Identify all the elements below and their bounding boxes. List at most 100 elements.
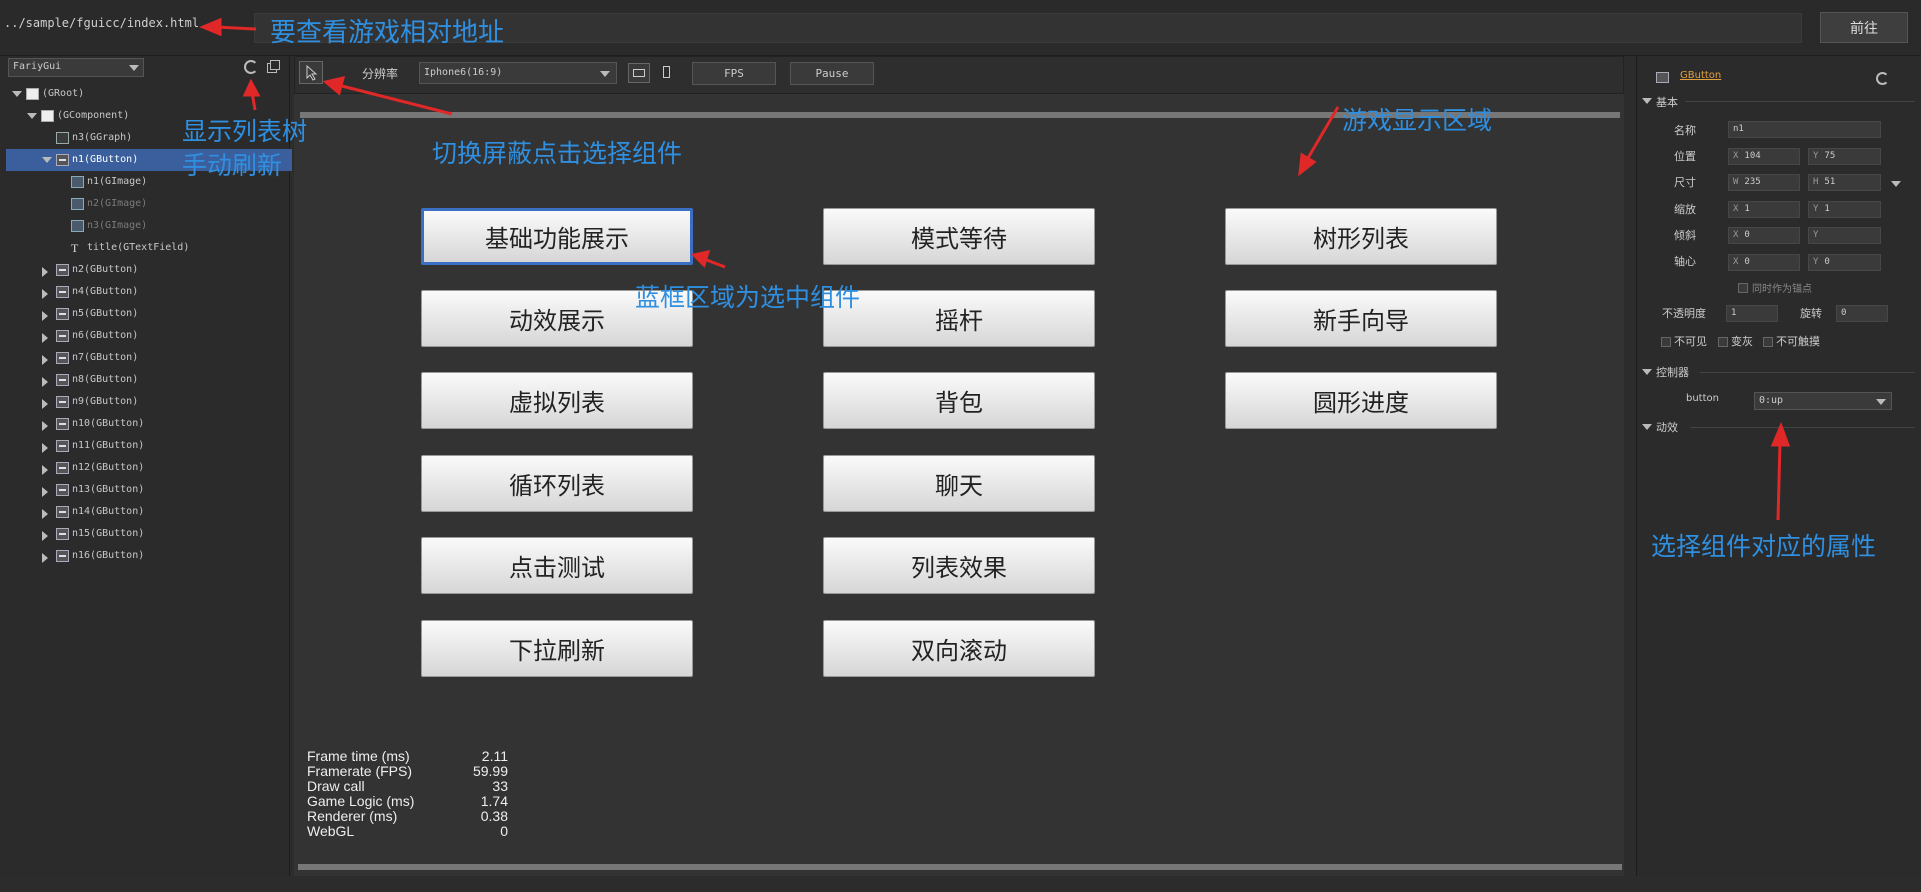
expand-right-icon[interactable] bbox=[42, 289, 48, 299]
expand-down-icon[interactable] bbox=[12, 91, 22, 97]
expand-right-icon[interactable] bbox=[42, 443, 48, 453]
component-type-link[interactable]: GButton bbox=[1680, 70, 1721, 81]
rotation-field[interactable]: 0 bbox=[1836, 305, 1888, 322]
root-selector-value: FariyGui bbox=[13, 61, 62, 72]
expand-right-icon[interactable] bbox=[42, 377, 48, 387]
invisible-checkbox[interactable] bbox=[1661, 337, 1671, 347]
pause-button[interactable]: Pause bbox=[790, 62, 874, 85]
controller-select[interactable]: 0:up bbox=[1754, 392, 1892, 410]
skew-x-field[interactable]: X0 bbox=[1728, 227, 1800, 244]
chevron-down-icon[interactable] bbox=[1642, 424, 1652, 430]
game-button[interactable]: 下拉刷新 bbox=[421, 620, 693, 677]
tree-item[interactable]: n9(GButton) bbox=[6, 391, 292, 413]
tree-item[interactable]: n15(GButton) bbox=[6, 523, 292, 545]
expand-down-icon[interactable] bbox=[27, 113, 37, 119]
tree-item[interactable]: n12(GButton) bbox=[6, 457, 292, 479]
btn-node-icon bbox=[56, 484, 69, 496]
refresh-icon[interactable] bbox=[1876, 72, 1889, 85]
game-button[interactable]: 列表效果 bbox=[823, 537, 1095, 594]
tree-item[interactable]: (GRoot) bbox=[6, 83, 292, 105]
size-h-value: 51 bbox=[1824, 177, 1836, 187]
game-button[interactable]: 双向滚动 bbox=[823, 620, 1095, 677]
game-button[interactable]: 循环列表 bbox=[421, 455, 693, 512]
pointer-toggle-button[interactable] bbox=[299, 61, 323, 84]
expand-right-icon[interactable] bbox=[42, 531, 48, 541]
tree-item[interactable]: n2(GImage) bbox=[6, 193, 292, 215]
expand-right-icon[interactable] bbox=[42, 465, 48, 475]
untouchable-checkbox[interactable] bbox=[1763, 337, 1773, 347]
skew-y-field[interactable]: Y bbox=[1808, 227, 1881, 244]
scale-x-field[interactable]: X1 bbox=[1728, 201, 1800, 218]
tree-item[interactable]: n16(GButton) bbox=[6, 545, 292, 567]
game-button[interactable]: 树形列表 bbox=[1225, 208, 1497, 265]
portrait-toggle[interactable] bbox=[656, 63, 678, 83]
pos-y-field[interactable]: Y 75 bbox=[1808, 148, 1881, 165]
tree-item[interactable]: Ttitle(GTextField) bbox=[6, 237, 292, 259]
section-divider bbox=[1685, 101, 1915, 102]
pos-x-field[interactable]: X 104 bbox=[1728, 148, 1800, 165]
pivot-y-field[interactable]: Y0 bbox=[1808, 254, 1881, 271]
game-button[interactable]: 聊天 bbox=[823, 455, 1095, 512]
tree-item[interactable]: n13(GButton) bbox=[6, 479, 292, 501]
fps-button[interactable]: FPS bbox=[692, 62, 776, 85]
game-button[interactable]: 摇杆 bbox=[823, 290, 1095, 347]
expand-right-icon[interactable] bbox=[42, 267, 48, 277]
chevron-down-icon[interactable] bbox=[1642, 98, 1652, 104]
cursor-icon bbox=[306, 64, 318, 81]
copy-icon[interactable] bbox=[267, 60, 281, 74]
pivot-x-field[interactable]: X0 bbox=[1728, 254, 1800, 271]
expand-right-icon[interactable] bbox=[42, 333, 48, 343]
refresh-icon[interactable] bbox=[244, 60, 258, 74]
tree-item[interactable]: n2(GButton) bbox=[6, 259, 292, 281]
game-button[interactable]: 圆形进度 bbox=[1225, 372, 1497, 429]
game-button[interactable]: 点击测试 bbox=[421, 537, 693, 594]
tree-item[interactable]: n10(GButton) bbox=[6, 413, 292, 435]
game-button[interactable]: 虚拟列表 bbox=[421, 372, 693, 429]
annotation-tree-1: 显示列表树 bbox=[182, 117, 308, 146]
expand-down-icon[interactable] bbox=[42, 157, 52, 163]
expand-right-icon[interactable] bbox=[42, 553, 48, 563]
name-field[interactable]: n1 bbox=[1728, 121, 1881, 138]
url-input[interactable]: ../sample/fguicc/index.html bbox=[4, 16, 199, 30]
landscape-toggle[interactable] bbox=[628, 63, 650, 83]
tree-item[interactable]: n8(GButton) bbox=[6, 369, 292, 391]
stage-bottom-scrollbar[interactable] bbox=[298, 864, 1622, 870]
anchor-checkbox[interactable] bbox=[1738, 283, 1748, 293]
resolution-select[interactable]: Iphone6(16:9) bbox=[419, 62, 617, 84]
h-letter: H bbox=[1813, 177, 1819, 187]
tree-item[interactable]: n6(GButton) bbox=[6, 325, 292, 347]
section-divider bbox=[1690, 427, 1915, 428]
expand-right-icon[interactable] bbox=[42, 421, 48, 431]
game-button[interactable]: 背包 bbox=[823, 372, 1095, 429]
gray-checkbox[interactable] bbox=[1718, 337, 1728, 347]
alpha-field[interactable]: 1 bbox=[1726, 305, 1778, 322]
tree-item[interactable]: n4(GButton) bbox=[6, 281, 292, 303]
size-w-field[interactable]: W 235 bbox=[1728, 174, 1800, 191]
go-button[interactable]: 前往 bbox=[1820, 12, 1908, 43]
expand-right-icon[interactable] bbox=[42, 509, 48, 519]
chevron-down-icon[interactable] bbox=[1642, 369, 1652, 375]
size-h-field[interactable]: H 51 bbox=[1808, 174, 1881, 191]
tree-item[interactable]: n5(GButton) bbox=[6, 303, 292, 325]
size-options-chevron-icon[interactable] bbox=[1891, 181, 1901, 187]
tree-item-label: n3(GImage) bbox=[87, 220, 148, 231]
scale-y-field[interactable]: Y1 bbox=[1808, 201, 1881, 218]
root-selector[interactable]: FariyGui bbox=[8, 58, 144, 77]
txt-node-icon: T bbox=[71, 241, 79, 255]
expand-right-icon[interactable] bbox=[42, 487, 48, 497]
tree-item[interactable]: n3(GImage) bbox=[6, 215, 292, 237]
expand-right-icon[interactable] bbox=[42, 311, 48, 321]
tree-item[interactable]: n11(GButton) bbox=[6, 435, 292, 457]
gbutton-icon bbox=[1656, 72, 1669, 83]
game-button[interactable]: 基础功能展示 bbox=[421, 208, 693, 265]
chevron-down-icon bbox=[129, 65, 139, 71]
expand-right-icon[interactable] bbox=[42, 355, 48, 365]
game-button[interactable]: 模式等待 bbox=[823, 208, 1095, 265]
tree-item[interactable]: n7(GButton) bbox=[6, 347, 292, 369]
tree-item[interactable]: n14(GButton) bbox=[6, 501, 292, 523]
annotation-toggle: 切换屏蔽点击选择组件 bbox=[432, 139, 683, 168]
tree-item-label: n5(GButton) bbox=[72, 308, 139, 319]
pos-y-value: 75 bbox=[1824, 151, 1836, 161]
game-button[interactable]: 新手向导 bbox=[1225, 290, 1497, 347]
expand-right-icon[interactable] bbox=[42, 399, 48, 409]
